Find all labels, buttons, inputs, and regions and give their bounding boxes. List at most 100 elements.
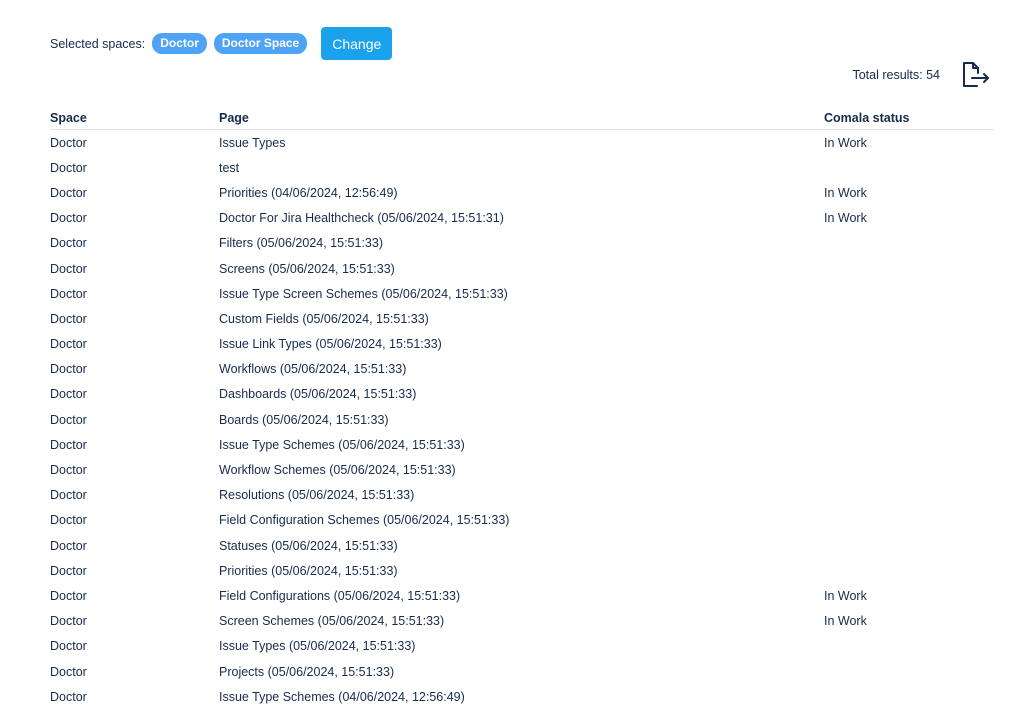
table-header-row: Space Page Comala status	[50, 107, 994, 130]
table-row[interactable]: Doctor Issue Type Schemes (05/06/2024, 15…	[50, 432, 994, 457]
cell-page: Projects (05/06/2024, 15:51:33)	[219, 664, 395, 679]
total-results: Total results: 54	[852, 68, 940, 82]
selected-spaces-bar: Selected spaces: Doctor Doctor Space Cha…	[50, 27, 393, 60]
cell-space: Doctor	[50, 362, 87, 377]
cell-page: Issue Type Screen Schemes (05/06/2024, 1…	[219, 286, 508, 301]
table-row[interactable]: Doctor Filters (05/06/2024, 15:51:33)	[50, 231, 994, 256]
cell-space: Doctor	[50, 236, 87, 251]
cell-space: Doctor	[50, 664, 87, 679]
cell-page: Issue Type Schemes (04/06/2024, 12:56:49…	[219, 689, 465, 704]
cell-comala-status	[824, 558, 994, 583]
cell-comala-status: In Work	[824, 211, 867, 226]
results-table: Space Page Comala status Doctor Issue Typ…	[50, 107, 994, 709]
cell-comala-status	[824, 332, 994, 357]
change-button[interactable]: Change	[321, 27, 393, 60]
cell-page: test	[219, 160, 240, 175]
cell-page: Screen Schemes (05/06/2024, 15:51:33)	[219, 614, 445, 629]
cell-page: Dashboards (05/06/2024, 15:51:33)	[219, 387, 417, 402]
cell-comala-status	[824, 457, 994, 482]
cell-space: Doctor	[50, 412, 87, 427]
table-row[interactable]: Doctor Issue Link Types (05/06/2024, 15:5…	[50, 332, 994, 357]
table-row[interactable]: Doctor Doctor For Jira Healthcheck (05/06…	[50, 206, 994, 231]
space-chip-doctor-space: Doctor Space	[213, 33, 308, 54]
cell-space: Doctor	[50, 463, 87, 478]
cell-comala-status: In Work	[824, 185, 867, 200]
cell-page: Issue Link Types (05/06/2024, 15:51:33)	[219, 337, 442, 352]
cell-comala-status	[824, 155, 994, 180]
cell-comala-status	[824, 407, 994, 432]
table-row[interactable]: Doctor Issue Types (05/06/2024, 15:51:33)	[50, 634, 994, 659]
cell-page: Issue Type Schemes (05/06/2024, 15:51:33…	[219, 437, 465, 452]
table-row[interactable]: Doctor Issue Type Screen Schemes (05/06/2…	[50, 281, 994, 306]
table-row[interactable]: Doctor Field Configurations (05/06/2024, …	[50, 583, 994, 608]
table-row[interactable]: Doctor Boards (05/06/2024, 15:51:33)	[50, 407, 994, 432]
table-row[interactable]: Doctor Resolutions (05/06/2024, 15:51:33)	[50, 483, 994, 508]
cell-space: Doctor	[50, 261, 87, 276]
cell-page: Doctor For Jira Healthcheck (05/06/2024,…	[219, 211, 504, 226]
selected-spaces-label: Selected spaces:	[50, 36, 146, 51]
cell-comala-status	[824, 256, 994, 281]
column-header-space: Space	[50, 107, 219, 130]
table-row[interactable]: Doctor test	[50, 155, 994, 180]
table-row[interactable]: Doctor Projects (05/06/2024, 15:51:33)	[50, 659, 994, 684]
cell-space: Doctor	[50, 135, 87, 150]
cell-comala-status	[824, 432, 994, 457]
column-header-page: Page	[219, 107, 824, 130]
cell-space: Doctor	[50, 563, 87, 578]
cell-space: Doctor	[50, 387, 87, 402]
cell-page: Boards (05/06/2024, 15:51:33)	[219, 412, 389, 427]
cell-page: Workflow Schemes (05/06/2024, 15:51:33)	[219, 463, 456, 478]
cell-comala-status	[824, 634, 994, 659]
cell-page: Custom Fields (05/06/2024, 15:51:33)	[219, 311, 429, 326]
cell-comala-status	[824, 533, 994, 558]
table-row[interactable]: Doctor Screens (05/06/2024, 15:51:33)	[50, 256, 994, 281]
cell-space: Doctor	[50, 538, 87, 553]
cell-space: Doctor	[50, 337, 87, 352]
cell-comala-status	[824, 508, 994, 533]
cell-space: Doctor	[50, 588, 87, 603]
cell-space: Doctor	[50, 513, 87, 528]
cell-space: Doctor	[50, 639, 87, 654]
table-row[interactable]: Doctor Issue Types In Work	[50, 130, 994, 156]
cell-comala-status: In Work	[824, 614, 867, 629]
cell-page: Filters (05/06/2024, 15:51:33)	[219, 236, 383, 251]
cell-comala-status: In Work	[824, 588, 867, 603]
table-row[interactable]: Doctor Priorities (04/06/2024, 12:56:49) I…	[50, 180, 994, 205]
cell-space: Doctor	[50, 614, 87, 629]
cell-page: Statuses (05/06/2024, 15:51:33)	[219, 538, 398, 553]
cell-space: Doctor	[50, 185, 87, 200]
cell-space: Doctor	[50, 437, 87, 452]
table-row[interactable]: Doctor Statuses (05/06/2024, 15:51:33)	[50, 533, 994, 558]
cell-page: Workflows (05/06/2024, 15:51:33)	[219, 362, 407, 377]
table-row[interactable]: Doctor Priorities (05/06/2024, 15:51:33)	[50, 558, 994, 583]
cell-page: Priorities (05/06/2024, 15:51:33)	[219, 563, 398, 578]
cell-comala-status	[824, 306, 994, 331]
table-row[interactable]: Doctor Workflows (05/06/2024, 15:51:33)	[50, 357, 994, 382]
cell-space: Doctor	[50, 160, 87, 175]
table-row[interactable]: Doctor Workflow Schemes (05/06/2024, 15:5…	[50, 457, 994, 482]
table-row[interactable]: Doctor Field Configuration Schemes (05/06…	[50, 508, 994, 533]
cell-comala-status	[824, 483, 994, 508]
cell-page: Field Configuration Schemes (05/06/2024,…	[219, 513, 510, 528]
cell-page: Resolutions (05/06/2024, 15:51:33)	[219, 488, 415, 503]
cell-space: Doctor	[50, 689, 87, 704]
cell-space: Doctor	[50, 286, 87, 301]
cell-comala-status	[824, 659, 994, 684]
cell-space: Doctor	[50, 488, 87, 503]
table-row[interactable]: Doctor Custom Fields (05/06/2024, 15:51:3…	[50, 306, 994, 331]
cell-comala-status	[824, 231, 994, 256]
cell-comala-status	[824, 382, 994, 407]
space-chip-doctor: Doctor	[152, 33, 207, 54]
column-header-comala-status: Comala status	[824, 107, 994, 130]
table-row[interactable]: Doctor Screen Schemes (05/06/2024, 15:51:…	[50, 609, 994, 634]
cell-comala-status	[824, 684, 994, 709]
cell-space: Doctor	[50, 311, 87, 326]
cell-space: Doctor	[50, 211, 87, 226]
cell-page: Field Configurations (05/06/2024, 15:51:…	[219, 588, 461, 603]
cell-page: Priorities (04/06/2024, 12:56:49)	[219, 185, 398, 200]
table-row[interactable]: Doctor Dashboards (05/06/2024, 15:51:33)	[50, 382, 994, 407]
cell-page: Screens (05/06/2024, 15:51:33)	[219, 261, 395, 276]
table-row[interactable]: Doctor Issue Type Schemes (04/06/2024, 12…	[50, 684, 994, 709]
cell-comala-status	[824, 357, 994, 382]
export-document-icon[interactable]	[958, 59, 990, 91]
